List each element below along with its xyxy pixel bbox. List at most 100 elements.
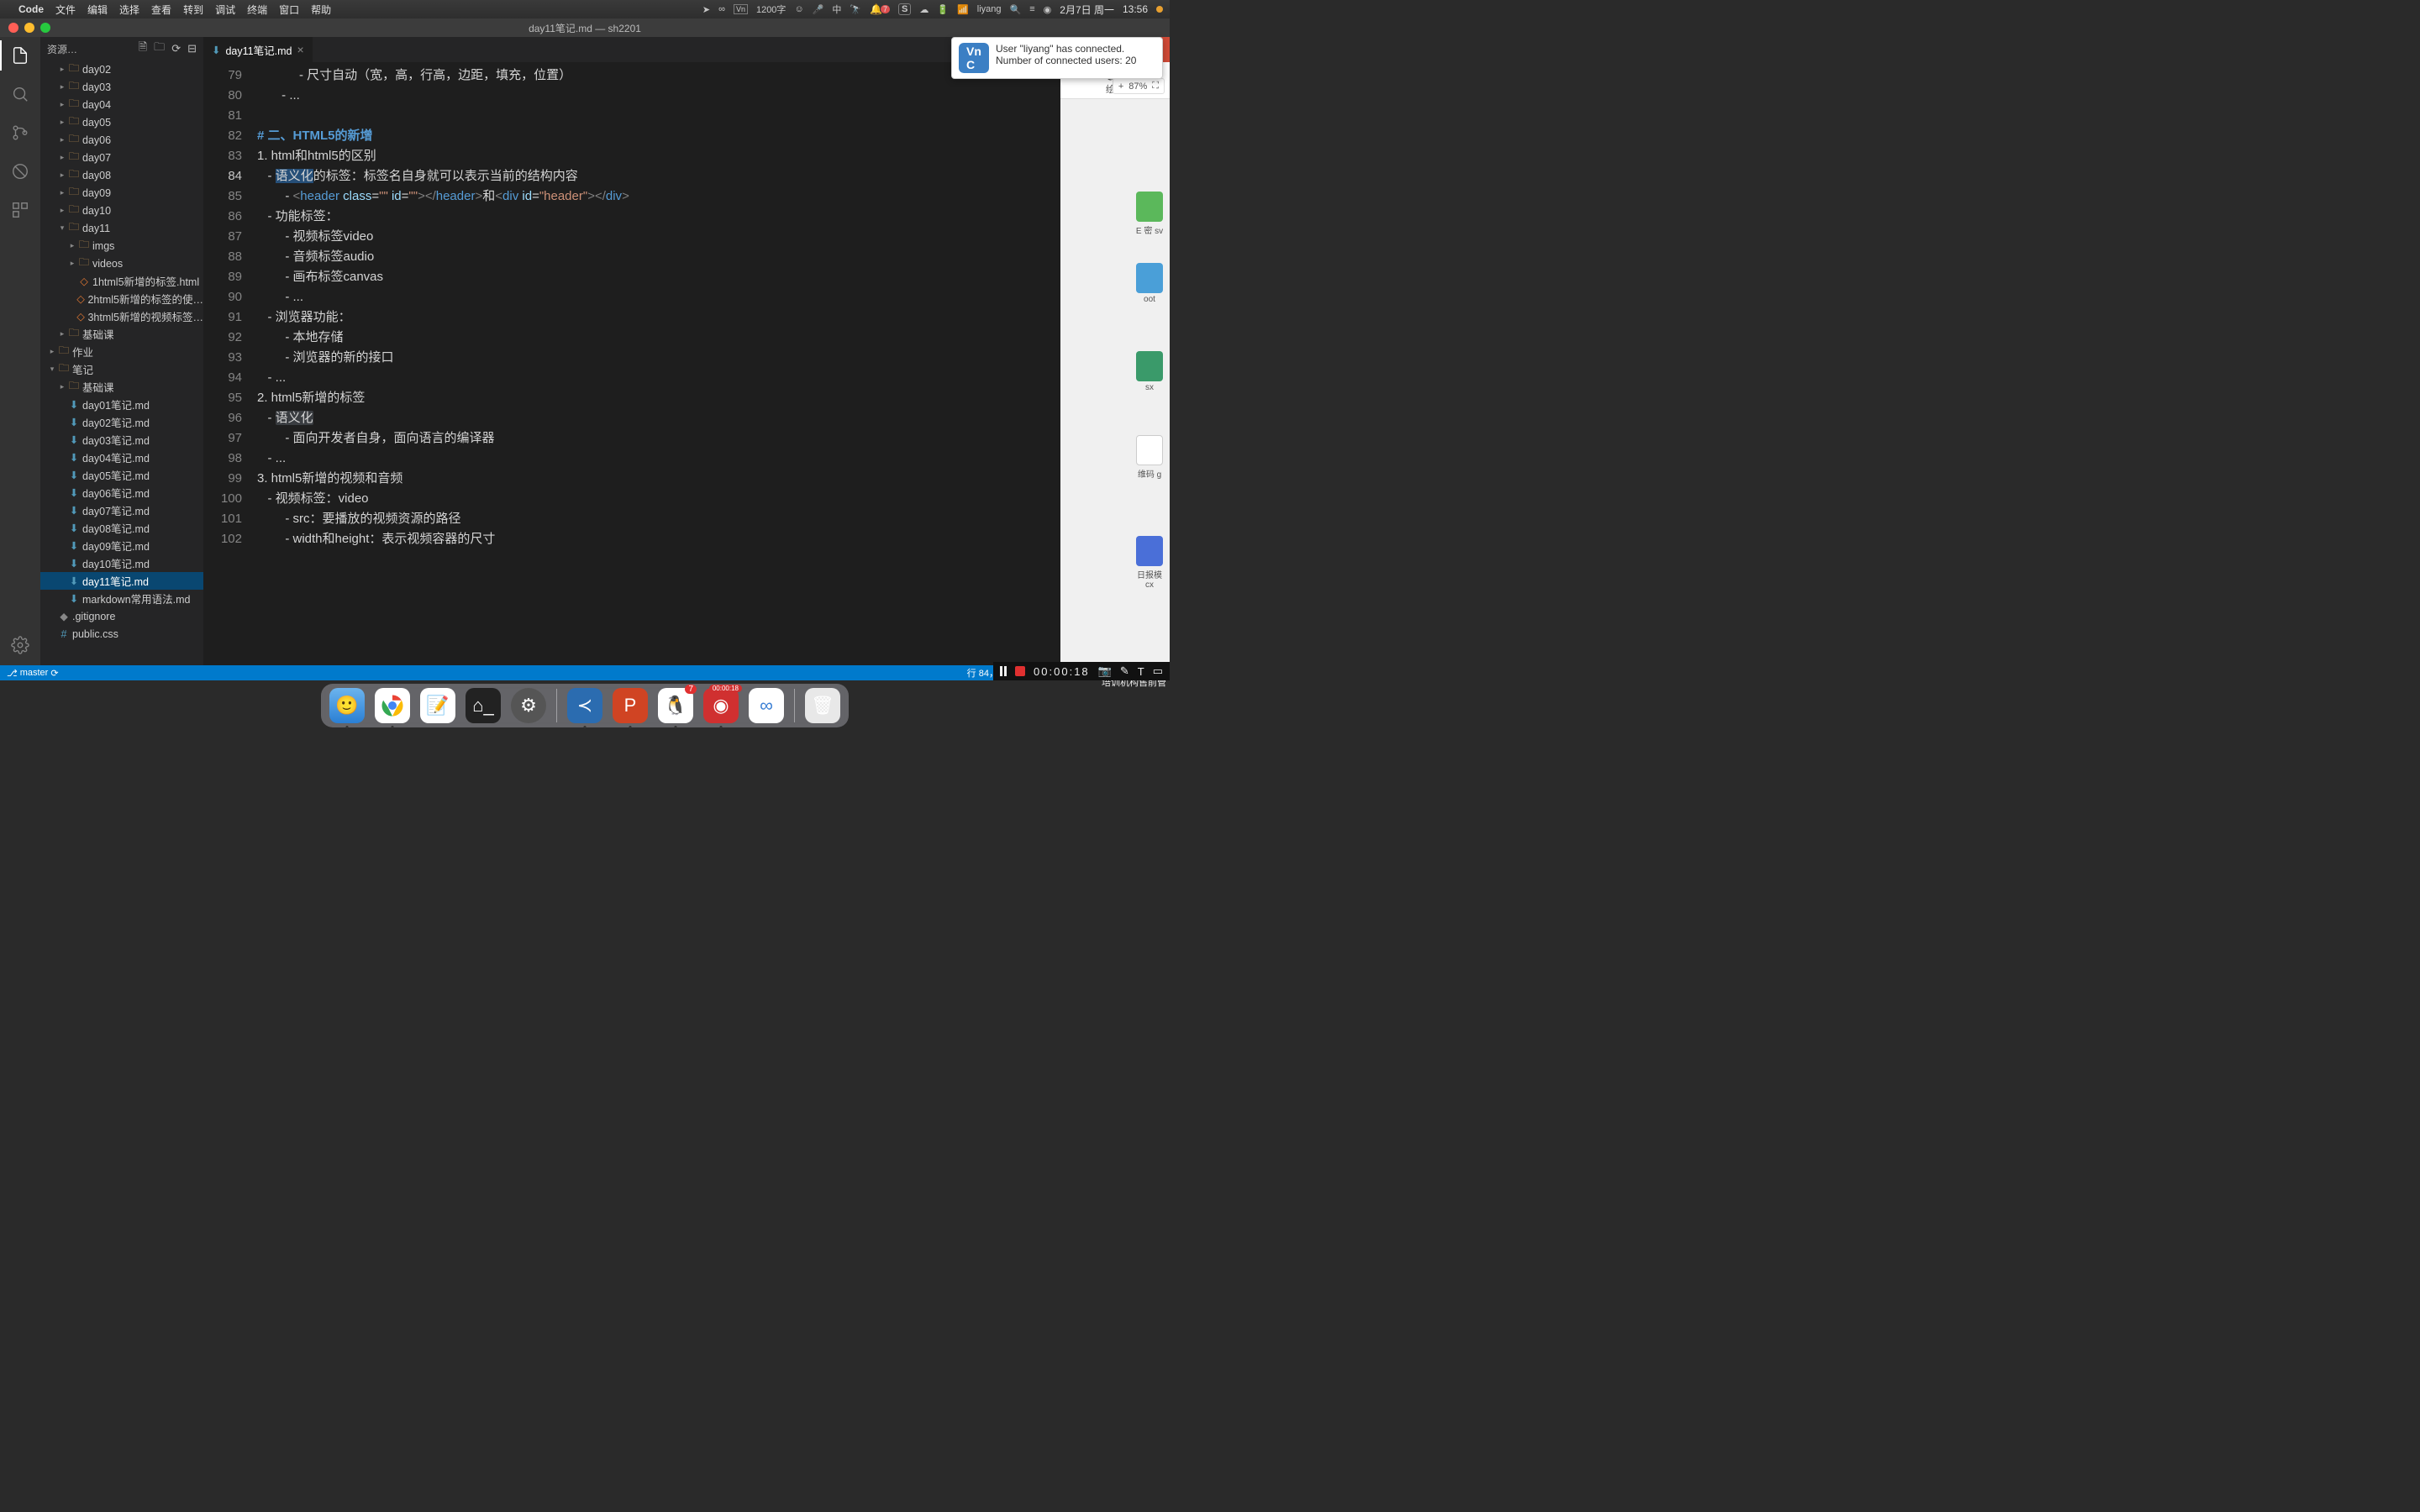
finder-app[interactable]: 🙂 — [329, 688, 365, 723]
menu-view[interactable]: 查看 — [151, 3, 171, 17]
folder-item[interactable]: ▸🗀day04 — [40, 96, 203, 113]
folder-item[interactable]: ▸🗀day02 — [40, 60, 203, 78]
tab-day11[interactable]: ⬇ day11笔记.md × — [203, 37, 313, 62]
menu-file[interactable]: 文件 — [55, 3, 76, 17]
file-item[interactable]: ⬇day05笔记.md — [40, 466, 203, 484]
debug-icon[interactable] — [8, 160, 32, 183]
folder-item[interactable]: ▸🗀基础课 — [40, 325, 203, 343]
window-zoom-button[interactable] — [40, 23, 50, 33]
explorer-icon[interactable] — [8, 44, 32, 67]
source-control-icon[interactable] — [8, 121, 32, 144]
file-item[interactable]: ⬇day04笔记.md — [40, 449, 203, 466]
file-item[interactable]: ⬇day01笔记.md — [40, 396, 203, 413]
baidu-cloud-app[interactable]: ∞ — [749, 688, 784, 723]
zoom-control[interactable]: +87%⛶ — [1113, 78, 1165, 94]
notifications-icon[interactable]: 🔔7 — [870, 3, 890, 15]
extensions-icon[interactable] — [8, 198, 32, 222]
folder-item[interactable]: ▸🗀作业 — [40, 343, 203, 360]
chrome-app[interactable] — [375, 688, 410, 723]
mic-icon[interactable]: 🎤 — [813, 4, 824, 15]
new-file-icon[interactable]: 🗎 — [139, 39, 147, 58]
desktop-file[interactable]: 日报模 cx — [1133, 536, 1166, 590]
emoji-icon[interactable]: ☺ — [794, 4, 803, 14]
menu-terminal[interactable]: 终端 — [247, 3, 267, 17]
pencil-icon[interactable]: ✎ — [1120, 664, 1129, 678]
desktop-file[interactable]: sx — [1133, 351, 1166, 392]
file-item[interactable]: ⬇markdown常用语法.md — [40, 590, 203, 607]
window-minimize-button[interactable] — [24, 23, 34, 33]
stop-button[interactable] — [1015, 666, 1025, 676]
menu-window[interactable]: 窗口 — [279, 3, 299, 17]
folder-item[interactable]: ▸🗀videos — [40, 255, 203, 272]
vnc-icon[interactable]: Vn — [734, 4, 748, 14]
menu-select[interactable]: 选择 — [119, 3, 139, 17]
pause-button[interactable] — [1000, 666, 1007, 676]
vnc-notification[interactable]: VnC User "liyang" has connected. Number … — [951, 37, 1163, 79]
rect-tool-icon[interactable]: ▭ — [1153, 664, 1163, 678]
file-item[interactable]: ⬇day11笔记.md — [40, 572, 203, 590]
spotlight-icon[interactable]: 🔍 — [1010, 4, 1022, 15]
location-icon[interactable]: ➤ — [702, 4, 710, 15]
binoculars-icon[interactable]: 🔭 — [850, 4, 861, 15]
folder-item[interactable]: ▸🗀day03 — [40, 78, 203, 96]
cloud-icon[interactable]: ☁ — [919, 4, 929, 15]
folder-item[interactable]: ▸🗀基础课 — [40, 378, 203, 396]
powerpoint-app[interactable]: P — [613, 688, 648, 723]
vscode-app[interactable]: ≺ — [567, 688, 602, 723]
new-folder-icon[interactable]: 🗀 — [154, 39, 165, 58]
file-item[interactable]: ◇1html5新增的标签.html — [40, 272, 203, 290]
menu-help[interactable]: 帮助 — [311, 3, 331, 17]
search-icon[interactable] — [8, 82, 32, 106]
folder-item[interactable]: ▸🗀day06 — [40, 131, 203, 149]
desktop-file[interactable]: 维码 g — [1133, 435, 1166, 480]
terminal-app[interactable]: ⌂_ — [466, 688, 501, 723]
file-item[interactable]: ⬇day09笔记.md — [40, 537, 203, 554]
app-name[interactable]: Code — [18, 3, 44, 15]
folder-item[interactable]: ▸🗀imgs — [40, 237, 203, 255]
camera-icon[interactable]: 📷 — [1098, 664, 1112, 678]
file-item[interactable]: ◆.gitignore — [40, 607, 203, 625]
refresh-icon[interactable]: ⟳ — [171, 42, 181, 55]
file-item[interactable]: ◇2html5新增的标签的使… — [40, 290, 203, 307]
wordcount[interactable]: 1200字 — [756, 3, 786, 16]
window-close-button[interactable] — [8, 23, 18, 33]
folder-item[interactable]: ▸🗀day08 — [40, 166, 203, 184]
notes-app[interactable]: 📝 — [420, 688, 455, 723]
close-tab-icon[interactable]: × — [297, 43, 303, 56]
battery-icon[interactable]: 🔋 — [937, 4, 949, 15]
desktop-file[interactable]: oot — [1133, 263, 1166, 304]
menu-edit[interactable]: 编辑 — [87, 3, 108, 17]
collapse-icon[interactable]: ⊟ — [187, 42, 197, 55]
file-item[interactable]: ⬇day02笔记.md — [40, 413, 203, 431]
folder-item[interactable]: ▾🗀笔记 — [40, 360, 203, 378]
folder-item[interactable]: ▸🗀day05 — [40, 113, 203, 131]
settings-gear-icon[interactable] — [8, 633, 32, 657]
text-tool-icon[interactable]: T — [1138, 665, 1144, 678]
desktop-file[interactable]: E 密 sv — [1133, 192, 1166, 236]
qq-app[interactable]: 🐧7 — [658, 688, 693, 723]
control-center-icon[interactable]: ≡ — [1029, 4, 1034, 14]
file-item[interactable]: ⬇day08笔记.md — [40, 519, 203, 537]
file-item[interactable]: ⬇day06笔记.md — [40, 484, 203, 501]
screen-recorder-app[interactable]: ◉00:00:18 — [703, 688, 739, 723]
git-branch[interactable]: ⎇ master ⟳ — [7, 668, 59, 679]
folder-item[interactable]: ▸🗀day09 — [40, 184, 203, 202]
file-item[interactable]: ⬇day10笔记.md — [40, 554, 203, 572]
user-name[interactable]: liyang — [977, 4, 1002, 14]
folder-item[interactable]: ▸🗀day07 — [40, 149, 203, 166]
code-lines[interactable]: - 尺寸自动（宽，高，行高，边距，填充，位置） - ...# 二、HTML5的新… — [257, 62, 1170, 665]
menubar-time[interactable]: 13:56 — [1123, 3, 1148, 15]
menu-debug[interactable]: 调试 — [215, 3, 235, 17]
trash-app[interactable]: 🗑 — [805, 688, 840, 723]
s-icon[interactable]: S — [898, 3, 911, 15]
ime-indicator[interactable]: 中 — [832, 3, 841, 16]
wifi-icon[interactable]: 📶 — [957, 4, 969, 15]
file-item[interactable]: ◇3html5新增的视频标签… — [40, 307, 203, 325]
siri-icon[interactable]: ◉ — [1044, 4, 1052, 15]
settings-app[interactable]: ⚙ — [511, 688, 546, 723]
menu-go[interactable]: 转到 — [183, 3, 203, 17]
menubar-date[interactable]: 2月7日 周一 — [1060, 3, 1114, 17]
folder-item[interactable]: ▸🗀day10 — [40, 202, 203, 219]
file-item[interactable]: #public.css — [40, 625, 203, 643]
folder-item[interactable]: ▾🗀day11 — [40, 219, 203, 237]
